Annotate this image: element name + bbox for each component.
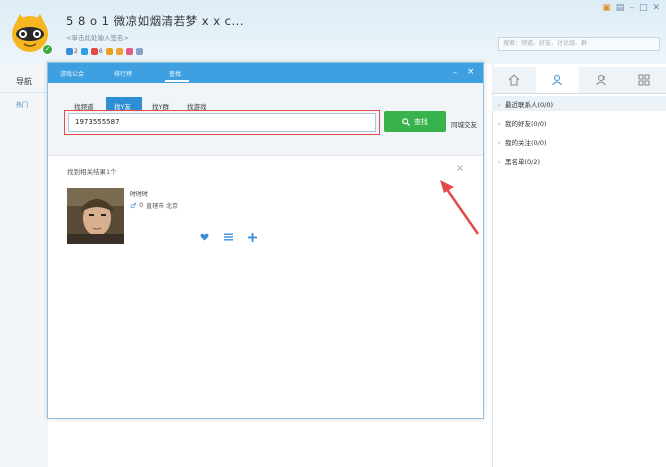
result-age: 0 <box>139 202 144 209</box>
group-label: 黑名单(0/2) <box>505 158 541 166</box>
add-friend-button[interactable] <box>247 232 257 242</box>
status-icons: 26 <box>66 46 143 56</box>
tab-ranking[interactable]: 排行榜 <box>114 69 132 78</box>
heart-icon <box>200 233 208 241</box>
heart-icon[interactable] <box>125 47 133 55</box>
minimize-icon[interactable]: – <box>453 68 457 77</box>
result-avatar[interactable] <box>67 188 124 244</box>
online-status-icon: ✓ <box>42 44 53 55</box>
skin-icon[interactable]: ▣ <box>602 3 611 13</box>
close-results-icon[interactable]: × <box>456 163 464 174</box>
active-tab-indicator <box>165 80 189 82</box>
nickname[interactable]: 5 8 o 1 微凉如烟清若梦 x x c... <box>66 13 244 29</box>
close-icon[interactable]: ✕ <box>652 3 660 13</box>
highlight-box <box>64 110 380 135</box>
group-icon <box>595 75 606 86</box>
nav-item-hot[interactable]: 热门 <box>16 100 28 109</box>
result-actions <box>199 232 257 242</box>
list-icon <box>223 233 233 241</box>
chevron-right-icon: › <box>498 159 501 166</box>
group-blacklist[interactable]: › 黑名单(0/2) <box>498 156 540 166</box>
chevron-right-icon: › <box>498 102 501 109</box>
tab-groups[interactable] <box>579 67 623 93</box>
tab-guild[interactable]: 游戏公会 <box>60 69 84 78</box>
contact-tabs <box>492 67 666 94</box>
plus-icon <box>247 232 257 242</box>
group-label: 我的关注(0/0) <box>505 139 547 147</box>
search-button[interactable]: 查找 <box>384 111 446 132</box>
group-friends[interactable]: › 我的好友(0/0) <box>498 118 547 128</box>
tab-search[interactable]: 查找 <box>169 69 181 78</box>
result-name[interactable]: 时时时 <box>130 189 148 198</box>
level-icon[interactable]: 6 <box>90 47 103 55</box>
medal-icon[interactable] <box>105 47 113 55</box>
tab-home[interactable] <box>492 67 536 93</box>
maximize-icon[interactable]: □ <box>639 3 648 13</box>
chevron-right-icon: › <box>498 140 501 147</box>
user-icon <box>552 75 563 86</box>
apps-icon <box>638 74 650 86</box>
nav-title[interactable]: 导航 <box>16 76 32 87</box>
close-icon[interactable]: × <box>467 67 475 77</box>
minimize-icon[interactable]: – <box>629 3 634 13</box>
vip-icon[interactable]: 2 <box>66 47 78 55</box>
search-icon <box>402 117 410 126</box>
chevron-right-icon: › <box>498 121 501 128</box>
tab-friends[interactable] <box>535 67 579 93</box>
tab-apps[interactable] <box>623 67 666 93</box>
like-button[interactable] <box>199 232 209 242</box>
signature-input[interactable]: <单击此处输入签名> <box>66 32 129 42</box>
global-search-input[interactable]: 搜索：频道、好友、讨论组、群 <box>498 37 660 51</box>
result-location: 直辖市 北京 <box>146 203 179 210</box>
dialog-titlebar: 游戏公会 排行榜 查找 – × <box>48 63 483 83</box>
nav-divider <box>0 92 48 93</box>
left-nav <box>0 64 48 467</box>
game-icon[interactable] <box>115 47 123 55</box>
globe-icon[interactable] <box>135 47 143 55</box>
search-dialog: 游戏公会 排行榜 查找 – × 找频道 找Y友 找Y群 找游戏 19735555… <box>47 62 484 419</box>
group-recent[interactable]: › 最近联系人(0/0) <box>498 99 553 109</box>
group-label: 我的好友(0/0) <box>505 120 547 128</box>
city-friends-link[interactable]: 同城交友 <box>451 119 477 129</box>
profile-header: ✓ 5 8 o 1 微凉如烟清若梦 x x c... <单击此处输入签名> 26… <box>0 0 666 64</box>
home-icon <box>508 74 520 86</box>
group-label: 最近联系人(0/0) <box>505 101 554 109</box>
window-controls: ▣ ▤ – □ ✕ <box>602 3 660 13</box>
result-info: ♂ 0 直辖市 北京 <box>130 201 179 211</box>
red-arrow-icon <box>440 180 480 235</box>
group-following[interactable]: › 我的关注(0/0) <box>498 137 547 147</box>
search-button-label: 查找 <box>414 117 428 126</box>
menu-icon[interactable]: ▤ <box>616 3 625 13</box>
details-button[interactable] <box>223 232 233 242</box>
result-count: 找到相关结果1个 <box>67 168 117 176</box>
male-icon: ♂ <box>130 201 137 210</box>
diamond-icon[interactable] <box>80 47 88 55</box>
